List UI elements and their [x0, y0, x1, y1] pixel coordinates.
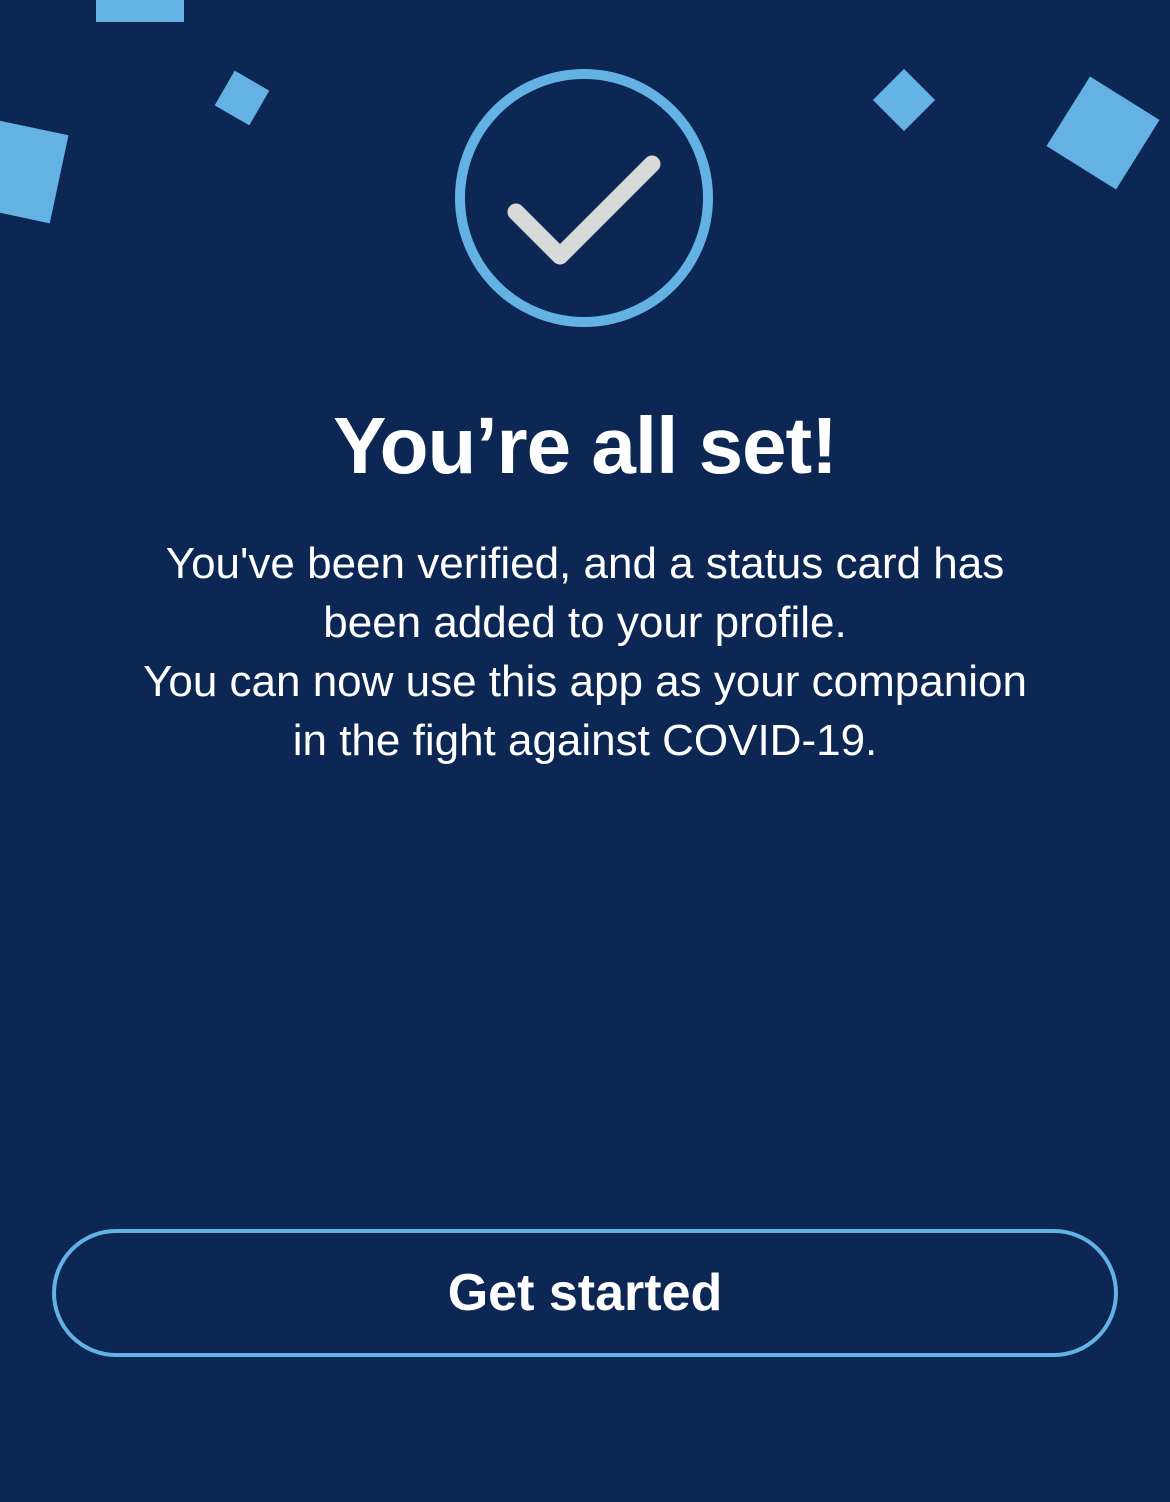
confetti-decoration [0, 118, 69, 224]
verification-message: You've been verified, and a status card … [60, 534, 1110, 770]
verification-success-screen: You’re all set! You've been verified, an… [0, 0, 1170, 1502]
get-started-button[interactable]: Get started [52, 1229, 1118, 1357]
confetti-decoration [96, 0, 184, 22]
message-line: in the fight against COVID-19. [292, 716, 878, 765]
confetti-decoration [214, 70, 270, 126]
page-title: You’re all set! [333, 401, 838, 490]
message-line: been added to your profile. [323, 598, 847, 647]
message-line: You've been verified, and a status card … [165, 539, 1005, 588]
confetti-decoration [1046, 76, 1160, 190]
check-circle-icon [454, 68, 714, 328]
confetti-decoration [872, 68, 936, 132]
message-line: You can now use this app as your compani… [143, 657, 1027, 706]
